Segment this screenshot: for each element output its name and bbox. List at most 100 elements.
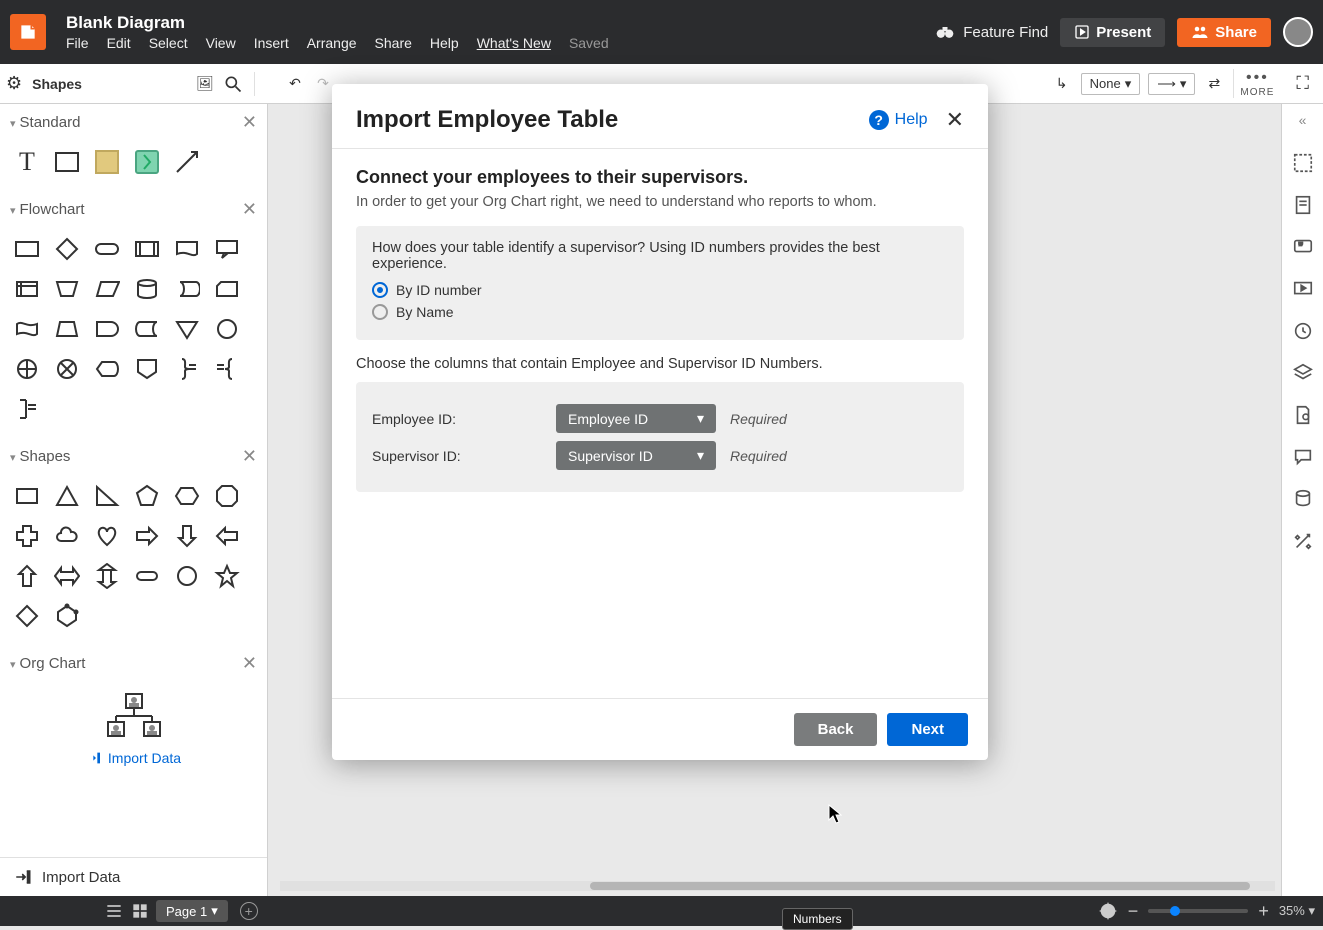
rectangle-shape[interactable] <box>10 479 44 513</box>
arrow-shape[interactable] <box>170 145 204 179</box>
menu-help[interactable]: Help <box>430 35 459 51</box>
close-icon[interactable]: ✕ <box>946 107 964 133</box>
fullscreen-icon[interactable]: ⛶ <box>1288 73 1317 94</box>
action-shape[interactable] <box>130 145 164 179</box>
right-triangle-shape[interactable] <box>90 479 124 513</box>
gear-icon[interactable]: ⚙ <box>6 73 22 94</box>
database-shape[interactable] <box>130 272 164 306</box>
share-button[interactable]: Share <box>1177 18 1271 47</box>
swap-icon[interactable]: ⇄ <box>1203 73 1225 95</box>
arrow-lr-shape[interactable] <box>50 559 84 593</box>
next-button[interactable]: Next <box>887 713 968 746</box>
menu-file[interactable]: File <box>66 35 89 51</box>
merge-shape[interactable] <box>170 312 204 346</box>
select-icon[interactable] <box>1292 152 1314 174</box>
arrow-up-shape[interactable] <box>10 559 44 593</box>
search-icon[interactable] <box>222 73 244 95</box>
cloud-shape[interactable] <box>50 519 84 553</box>
hexagon-shape[interactable] <box>170 479 204 513</box>
tape-shape[interactable] <box>10 312 44 346</box>
offpage-shape[interactable] <box>130 352 164 386</box>
note-shape[interactable] <box>90 145 124 179</box>
comments-icon[interactable]: ❞ <box>1292 236 1314 258</box>
callout-shape[interactable] <box>210 232 244 266</box>
pill-shape[interactable] <box>130 559 164 593</box>
back-button[interactable]: Back <box>794 713 878 746</box>
close-icon[interactable]: ✕ <box>242 446 257 467</box>
close-icon[interactable]: ✕ <box>242 199 257 220</box>
history-icon[interactable] <box>1292 320 1314 342</box>
import-data-link[interactable]: Import Data <box>0 746 267 776</box>
internal-storage-shape[interactable] <box>10 272 44 306</box>
zoom-label[interactable]: 35% ▾ <box>1279 903 1315 919</box>
magic-icon[interactable] <box>1292 530 1314 552</box>
menu-select[interactable]: Select <box>149 35 188 51</box>
chat-icon[interactable] <box>1292 446 1314 468</box>
display-shape[interactable] <box>90 352 124 386</box>
polygon-shape[interactable] <box>50 599 84 633</box>
zoom-in-button[interactable]: + <box>1258 901 1269 922</box>
menu-whats-new[interactable]: What's New <box>477 35 551 51</box>
card-shape[interactable] <box>210 272 244 306</box>
trapezoid-shape[interactable] <box>50 312 84 346</box>
grid-view-icon[interactable] <box>130 901 150 921</box>
section-shapes-head[interactable]: Shapes ✕ <box>0 438 267 475</box>
radio-by-id[interactable]: By ID number <box>372 282 948 298</box>
star-shape[interactable] <box>210 559 244 593</box>
close-icon[interactable]: ✕ <box>242 653 257 674</box>
cross-shape[interactable] <box>10 519 44 553</box>
arrow-left-shape[interactable] <box>210 519 244 553</box>
section-standard-head[interactable]: Standard ✕ <box>0 104 267 141</box>
arrow-style-select[interactable]: ⟶ ▾ <box>1148 73 1195 95</box>
menu-view[interactable]: View <box>206 35 236 51</box>
document-icon[interactable] <box>1292 404 1314 426</box>
arrow-right-shape[interactable] <box>130 519 164 553</box>
supervisor-id-select[interactable]: Supervisor ID ▾ <box>556 441 716 470</box>
employee-id-select[interactable]: Employee ID ▾ <box>556 404 716 433</box>
arrow-ud-shape[interactable] <box>90 559 124 593</box>
app-logo[interactable] <box>10 14 46 50</box>
io-shape[interactable] <box>90 272 124 306</box>
page-tab[interactable]: Page 1 ▾ <box>156 900 228 922</box>
help-link[interactable]: ? Help <box>869 110 928 130</box>
import-data-footer[interactable]: Import Data <box>0 857 267 896</box>
feature-find[interactable]: Feature Find <box>935 22 1048 42</box>
doc-title[interactable]: Blank Diagram <box>66 13 935 33</box>
shapes-button[interactable]: Shapes <box>32 76 82 92</box>
collapse-rail-icon[interactable]: « <box>1299 112 1307 132</box>
connector-shape[interactable] <box>210 312 244 346</box>
redo-icon[interactable]: ↷ <box>312 73 334 95</box>
present-button[interactable]: Present <box>1060 18 1165 47</box>
user-avatar[interactable] <box>1283 17 1313 47</box>
arrow-down-shape[interactable] <box>170 519 204 553</box>
image-icon[interactable]: 🖼 <box>194 73 216 95</box>
text-shape[interactable]: T <box>10 145 44 179</box>
line-tool-icon[interactable]: ↳ <box>1051 73 1073 95</box>
predefined-shape[interactable] <box>130 232 164 266</box>
more-button[interactable]: ••• MORE <box>1233 69 1280 98</box>
line-style-select[interactable]: None ▾ <box>1081 73 1141 95</box>
target-icon[interactable] <box>1098 901 1118 921</box>
document-shape[interactable] <box>170 232 204 266</box>
close-icon[interactable]: ✕ <box>242 112 257 133</box>
orgchart-shape[interactable] <box>0 682 267 746</box>
rect-shape[interactable] <box>50 145 84 179</box>
brace-left-shape[interactable] <box>210 352 244 386</box>
section-flowchart-head[interactable]: Flowchart ✕ <box>0 191 267 228</box>
layers-icon[interactable] <box>1292 362 1314 384</box>
direct-data-shape[interactable] <box>170 272 204 306</box>
triangle-shape[interactable] <box>50 479 84 513</box>
presentation-icon[interactable] <box>1292 278 1314 300</box>
horizontal-scrollbar[interactable] <box>280 881 1275 891</box>
heart-shape[interactable] <box>90 519 124 553</box>
circle-shape[interactable] <box>170 559 204 593</box>
manual-op-shape[interactable] <box>50 272 84 306</box>
add-page-button[interactable]: + <box>240 902 258 920</box>
undo-icon[interactable]: ↶ <box>284 73 306 95</box>
delay-shape[interactable] <box>90 312 124 346</box>
annotation-shape[interactable] <box>10 392 44 426</box>
zoom-out-button[interactable]: − <box>1128 901 1139 922</box>
section-orgchart-head[interactable]: Org Chart ✕ <box>0 645 267 682</box>
menu-insert[interactable]: Insert <box>254 35 289 51</box>
list-view-icon[interactable] <box>104 901 124 921</box>
